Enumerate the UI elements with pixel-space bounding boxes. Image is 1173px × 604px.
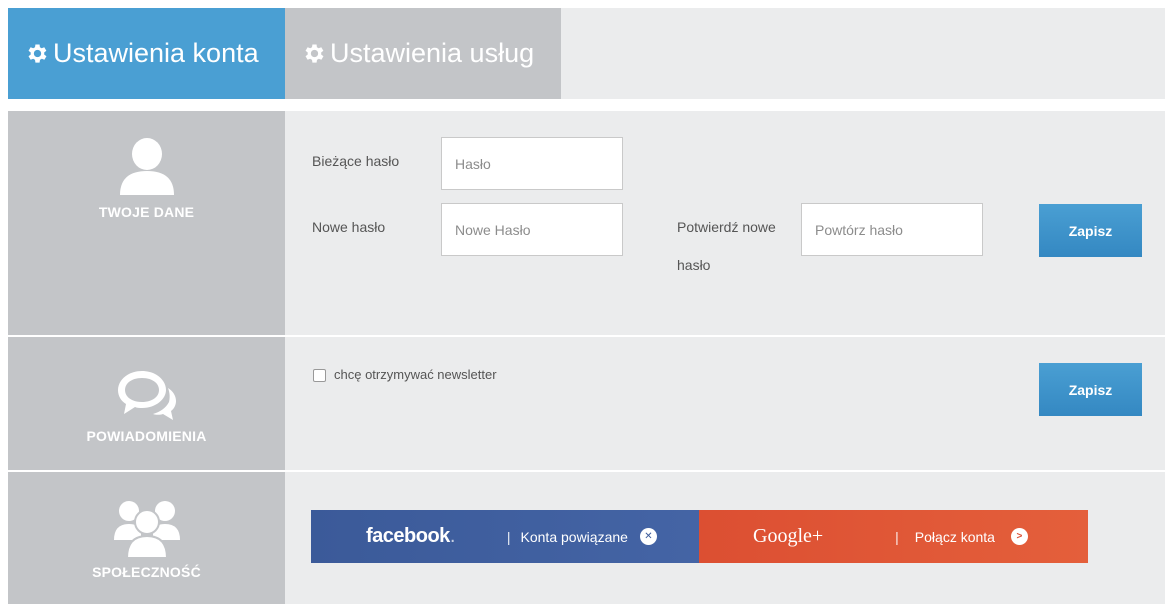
notifications-section: POWIADOMIENIA chcę otrzymywać newsletter… bbox=[8, 337, 1165, 470]
gear-icon bbox=[305, 44, 324, 63]
tab-account-settings[interactable]: Ustawienia konta bbox=[8, 8, 285, 99]
confirm-password-label-line2: hasło bbox=[677, 257, 711, 273]
social-section: SPOŁECZNOŚĆ facebook | Konta powiązane ✕… bbox=[8, 472, 1165, 604]
current-password-label: Bieżące hasło bbox=[312, 153, 400, 169]
tab-label: Ustawienia konta bbox=[53, 38, 259, 68]
tab-service-settings[interactable]: Ustawienia usług bbox=[285, 8, 561, 99]
google-connect-link[interactable]: Połącz konta bbox=[915, 529, 995, 545]
confirm-password-input[interactable] bbox=[801, 203, 983, 256]
chat-bubbles-icon bbox=[117, 371, 176, 420]
user-icon bbox=[119, 138, 174, 195]
gear-icon bbox=[28, 44, 47, 63]
facebook-logo: facebook bbox=[366, 525, 455, 548]
new-password-input[interactable] bbox=[441, 203, 623, 256]
confirm-password-label: Potwierdź nowe bbox=[677, 219, 776, 235]
save-notifications-button[interactable]: Zapisz bbox=[1039, 363, 1142, 416]
notifications-sidebar: POWIADOMIENIA bbox=[8, 337, 285, 470]
facebook-bar: facebook | Konta powiązane ✕ bbox=[311, 510, 699, 563]
newsletter-checkbox[interactable] bbox=[313, 369, 326, 382]
arrow-circle-icon[interactable]: > bbox=[1010, 528, 1028, 545]
notifications-section-label: POWIADOMIENIA bbox=[86, 428, 207, 444]
social-section-label: SPOŁECZNOŚĆ bbox=[92, 564, 201, 580]
social-sidebar: SPOŁECZNOŚĆ bbox=[8, 472, 285, 604]
profile-sidebar: TWOJE DANE bbox=[8, 111, 285, 335]
facebook-linked-accounts-link[interactable]: Konta powiązane bbox=[521, 529, 628, 545]
current-password-input[interactable] bbox=[441, 137, 623, 190]
tab-bar: Ustawienia konta Ustawienia usług bbox=[8, 8, 1165, 99]
google-plus-logo: Google+ bbox=[753, 525, 824, 547]
profile-section: TWOJE DANE Bieżące hasło Nowe hasło Potw… bbox=[8, 111, 1165, 335]
new-password-label: Nowe hasło bbox=[312, 219, 386, 235]
separator: | bbox=[506, 528, 511, 545]
close-circle-icon[interactable]: ✕ bbox=[639, 528, 657, 545]
google-bar: Google+ | Połącz konta > bbox=[699, 510, 1088, 563]
separator: | bbox=[895, 528, 899, 545]
group-icon bbox=[113, 501, 180, 558]
tab-label: Ustawienia usług bbox=[330, 38, 535, 68]
save-password-button[interactable]: Zapisz bbox=[1039, 204, 1142, 257]
newsletter-label: chcę otrzymywać newsletter bbox=[334, 367, 497, 382]
profile-section-label: TWOJE DANE bbox=[98, 204, 195, 220]
